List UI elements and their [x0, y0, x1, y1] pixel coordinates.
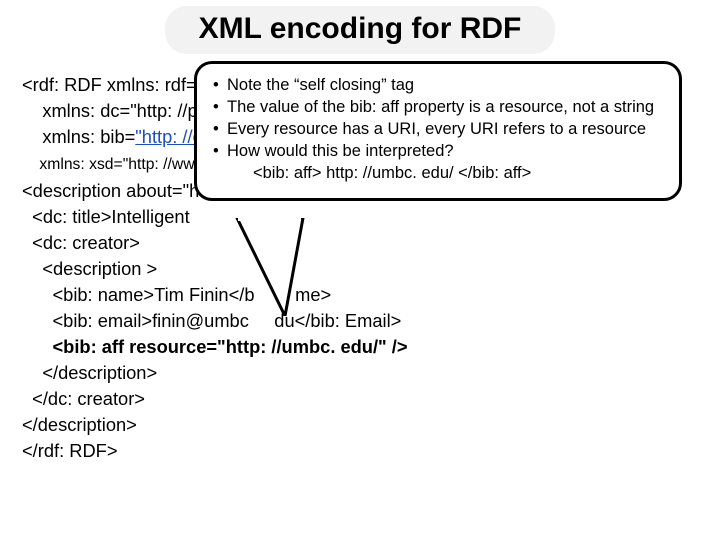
code-line: <description > — [22, 258, 157, 279]
callout-text: The value of the bib: aff property is a … — [227, 96, 654, 118]
code-line: <rdf: RDF xmlns: rdf=" — [22, 74, 203, 95]
callout-text: Every resource has a URI, every URI refe… — [227, 118, 646, 140]
code-line: </description> — [22, 362, 157, 383]
code-line-bold: <bib: aff resource="http: //umbc. edu/" … — [22, 336, 408, 357]
callout-bullet: • Note the “self closing” tag — [213, 74, 665, 96]
callout-bullet: • How would this be interpreted? — [213, 140, 665, 162]
callout-bullet: • The value of the bib: aff property is … — [213, 96, 665, 118]
callout-bullet: • Every resource has a URI, every URI re… — [213, 118, 665, 140]
callout-text: How would this be interpreted? — [227, 140, 454, 162]
code-line: </rdf: RDF> — [22, 440, 118, 461]
callout-box: • Note the “self closing” tag • The valu… — [194, 61, 682, 201]
code-link: "http: //d — [135, 126, 202, 147]
callout-text: Note the “self closing” tag — [227, 74, 414, 96]
code-line: <description about="h — [22, 180, 199, 201]
code-line: <bib: email>finin@umbc — [22, 310, 249, 331]
code-line: xmlns: xsd="http: //ww — [22, 156, 195, 173]
code-line: xmlns: dc="http: //pu — [22, 100, 208, 121]
code-line: <bib: name>Tim Finin</b — [22, 284, 255, 305]
code-line: </description> — [22, 414, 137, 435]
callout-subtext: <bib: aff> http: //umbc. edu/ </bib: aff… — [253, 162, 665, 184]
slide-title: XML encoding for RDF — [165, 6, 556, 54]
code-line: <dc: title>Intelligent — [22, 206, 195, 227]
code-line: xmlns: bib= — [22, 126, 135, 147]
code-line: </dc: creator> — [22, 388, 145, 409]
code-line: <dc: creator> — [22, 232, 140, 253]
callout-tail-icon — [235, 218, 307, 316]
